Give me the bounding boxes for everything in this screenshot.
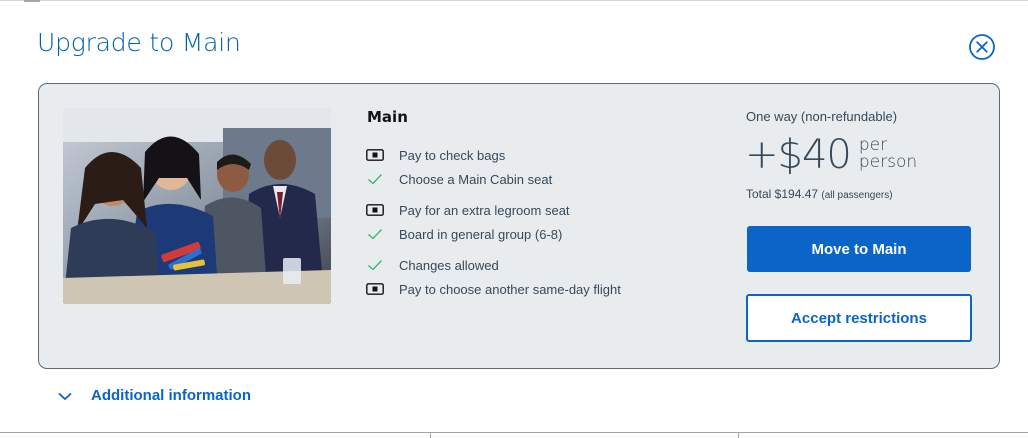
- top-divider-mark: [24, 0, 40, 2]
- bottom-divider-tick: [738, 432, 739, 438]
- price-display: +$40 per person: [745, 132, 917, 178]
- feature-list: Pay to check bags Choose a Main Cabin se…: [366, 143, 621, 301]
- checkmark-icon: [366, 227, 384, 241]
- additional-information-label: Additional information: [91, 387, 251, 404]
- bottom-divider: [0, 432, 1028, 433]
- feature-item: Pay for an extra legroom seat: [366, 198, 621, 222]
- feature-item: Pay to check bags: [366, 143, 621, 167]
- bottom-divider-tick: [430, 432, 431, 438]
- modal-title: Upgrade to Main: [37, 28, 241, 57]
- upgrade-offer-card: Main Pay to check bags Choose a Main Cab…: [38, 83, 1000, 369]
- card-icon: [366, 148, 384, 162]
- additional-information-toggle[interactable]: Additional information: [57, 387, 251, 404]
- total-price: Total $194.47 (all passengers): [746, 187, 893, 201]
- feature-item: Choose a Main Cabin seat: [366, 167, 621, 191]
- total-label: Total $194.47: [746, 187, 819, 201]
- feature-item: Pay to choose another same-day flight: [366, 277, 621, 301]
- card-icon: [366, 203, 384, 217]
- feature-label: Choose a Main Cabin seat: [399, 171, 553, 187]
- feature-item: Board in general group (6-8): [366, 222, 621, 246]
- feature-label: Changes allowed: [399, 257, 499, 273]
- feature-label: Pay to check bags: [399, 147, 506, 163]
- close-circle-icon: [969, 34, 995, 60]
- chevron-down-icon: [58, 392, 72, 400]
- checkmark-icon: [366, 258, 384, 272]
- price-unit-line2: person: [858, 152, 918, 172]
- price-caption: One way (non-refundable): [746, 109, 898, 124]
- accept-restrictions-button[interactable]: Accept restrictions: [746, 294, 972, 342]
- move-to-main-button[interactable]: Move to Main: [747, 226, 971, 272]
- feature-label: Pay to choose another same-day flight: [399, 281, 621, 297]
- close-button[interactable]: [968, 33, 996, 61]
- card-icon: [366, 282, 384, 296]
- price-unit: per person: [859, 137, 917, 171]
- feature-item: Changes allowed: [366, 253, 621, 277]
- checkmark-icon: [366, 172, 384, 186]
- cabin-name: Main: [367, 108, 408, 126]
- total-note: (all passengers): [821, 190, 893, 201]
- price-amount: +$40: [745, 132, 852, 178]
- top-divider: [0, 0, 1028, 1]
- feature-label: Pay for an extra legroom seat: [399, 202, 570, 218]
- feature-label: Board in general group (6-8): [399, 226, 563, 242]
- cabin-photo: [63, 108, 331, 304]
